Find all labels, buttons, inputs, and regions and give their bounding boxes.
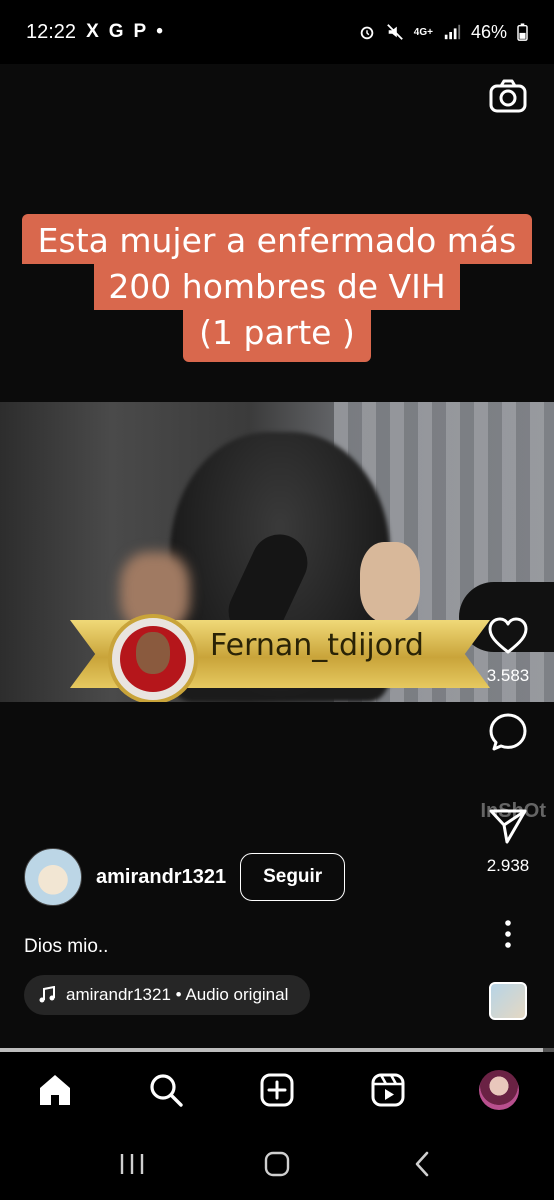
music-note-icon xyxy=(39,986,55,1003)
status-bar: 12:22 X G P • 4G+ 46% xyxy=(0,0,554,64)
follow-button[interactable]: Seguir xyxy=(240,853,346,901)
status-right: 4G+ 46% xyxy=(358,22,528,43)
recent-apps-icon xyxy=(121,1154,144,1174)
banner-avatar-face xyxy=(136,632,170,674)
alarm-icon xyxy=(360,26,374,40)
caption-line-1: Esta mujer a enfermado más xyxy=(21,214,533,264)
like-button[interactable] xyxy=(486,614,530,658)
recent-apps-button[interactable] xyxy=(112,1144,152,1184)
profile-avatar xyxy=(478,1070,519,1110)
video-caption-overlay: Esta mujer a enfermado más 200 hombres d… xyxy=(0,214,554,362)
nav-profile[interactable] xyxy=(476,1067,522,1113)
right-hand xyxy=(360,542,420,622)
comment-button[interactable] xyxy=(486,710,530,754)
author-avatar[interactable] xyxy=(24,848,82,906)
caption-line-2: 200 hombres de VIH xyxy=(94,264,460,310)
google-icon: G xyxy=(108,21,124,42)
bottom-nav xyxy=(0,1052,554,1128)
action-rail: 3.583 2.938 xyxy=(480,614,536,1020)
home-icon xyxy=(40,1075,71,1105)
camera-icon[interactable] xyxy=(488,76,528,116)
battery-icon xyxy=(517,23,528,41)
post-caption[interactable]: Dios mio.. xyxy=(24,936,108,958)
status-time: 12:22 xyxy=(26,20,77,43)
battery-percent: 46% xyxy=(470,21,507,42)
audio-thumbnail[interactable] xyxy=(489,982,527,1020)
search-icon xyxy=(150,1074,183,1107)
author-row: amirandr1321 Seguir xyxy=(24,848,346,906)
paypal-icon: P xyxy=(133,21,147,42)
banner-avatar xyxy=(108,614,198,702)
home-square-icon xyxy=(264,1151,290,1177)
plus-square-icon xyxy=(260,1073,294,1107)
network-type: 4G+ xyxy=(413,26,433,38)
heart-icon xyxy=(488,617,528,654)
more-vertical-icon xyxy=(505,920,511,948)
banner-text: Fernan_tdijord xyxy=(210,628,424,663)
more-options-button[interactable] xyxy=(486,912,530,956)
nav-reels[interactable] xyxy=(365,1067,411,1113)
x-app-icon: X xyxy=(86,21,99,42)
caption-line-3: (1 parte ) xyxy=(183,310,371,362)
system-nav xyxy=(0,1128,554,1200)
like-count: 3.583 xyxy=(486,666,530,685)
home-button[interactable] xyxy=(257,1144,297,1184)
back-chevron-icon xyxy=(415,1151,428,1177)
comment-icon xyxy=(489,713,527,751)
audio-pill[interactable]: amirandr1321 • Audio original xyxy=(24,975,311,1015)
nav-home[interactable] xyxy=(32,1067,78,1113)
reel-viewer[interactable]: Esta mujer a enfermado más 200 hombres d… xyxy=(0,64,554,1050)
more-notifications-dot: • xyxy=(156,21,163,42)
nav-search[interactable] xyxy=(143,1067,189,1113)
author-username[interactable]: amirandr1321 xyxy=(96,866,226,889)
video-frame[interactable]: Fernan_tdijord xyxy=(0,402,554,702)
signal-icon xyxy=(444,24,461,40)
share-button[interactable] xyxy=(486,804,530,848)
back-button[interactable] xyxy=(402,1144,442,1184)
mute-icon xyxy=(386,24,403,40)
share-count: 2.938 xyxy=(486,856,530,875)
nav-create[interactable] xyxy=(254,1067,300,1113)
send-icon xyxy=(489,809,527,844)
audio-label: amirandr1321 • Audio original xyxy=(66,985,289,1004)
reels-icon xyxy=(371,1073,405,1107)
status-left: 12:22 X G P • xyxy=(26,21,163,44)
